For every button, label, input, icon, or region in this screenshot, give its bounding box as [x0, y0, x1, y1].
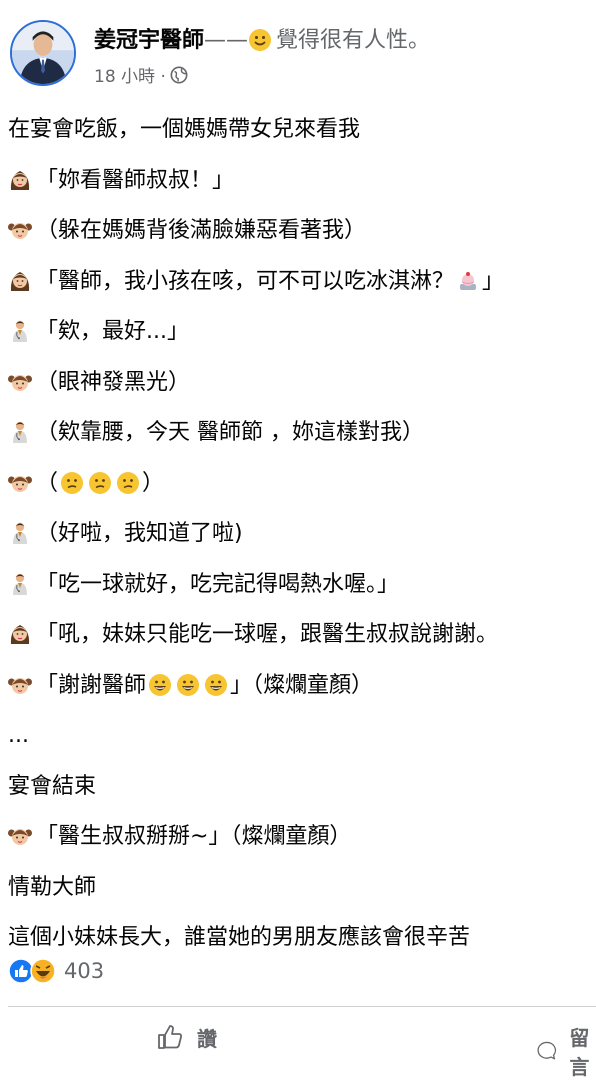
post-line: 在宴會吃飯，一個媽媽帶女兒來看我 — [8, 105, 596, 156]
globe-icon[interactable] — [170, 66, 188, 84]
comment-label: 留言 — [569, 1026, 590, 1079]
like-button[interactable]: 讚 — [155, 1022, 217, 1052]
post-meta: 18 小時 · — [94, 62, 188, 87]
girl-emoji-icon — [8, 824, 32, 848]
post-body: 在宴會吃飯，一個媽媽帶女兒來看我「妳看醫師叔叔！」 （躲在媽媽背後滿臉嫌惡看著我）… — [8, 105, 596, 964]
thumbs-up-icon — [158, 1025, 182, 1049]
post-line-text: 「吃一球就好，吃完記得喝熱水喔。」 — [36, 571, 400, 597]
post-line: ... — [8, 711, 596, 762]
author-line: 姜冠宇醫師—— 覺得很有人性。 — [94, 22, 430, 54]
post-line-text: 「吼，妹妹只能吃一球喔，跟醫生叔叔說謝謝。 — [36, 622, 499, 647]
like-label: 讚 — [197, 1026, 217, 1051]
post-line: 宴會結束 — [8, 762, 596, 813]
post-line: 「醫生叔叔掰掰~」（燦爛童顏） — [8, 812, 596, 863]
doctor-emoji-icon — [8, 521, 32, 545]
comment-button[interactable]: 留言 — [536, 1022, 596, 1080]
post-line: 「謝謝醫師 」（燦爛童顏） — [8, 661, 596, 712]
girl-emoji-icon — [8, 673, 32, 697]
mom-emoji-icon — [8, 168, 32, 192]
feeling-dash: —— — [204, 28, 249, 53]
post-line: 「醫師，我小孩在咳，可不可以吃冰淇淋？ 」 — [8, 257, 596, 308]
confused-face-icon — [88, 471, 112, 495]
post-line-text: （欸靠腰，今天 醫師節 ，妳這樣對我） — [36, 420, 424, 445]
grin-face-icon — [176, 673, 200, 697]
post-line: （欸靠腰，今天 醫師節 ，妳這樣對我） — [8, 408, 596, 459]
post-line-text: 情勒大師 — [8, 874, 97, 900]
avatar[interactable] — [10, 20, 76, 86]
doctor-emoji-icon — [8, 319, 32, 343]
girl-emoji-icon — [8, 218, 32, 242]
comment-icon — [537, 1041, 557, 1060]
post-line-tail: 」（燦爛童顏） — [230, 672, 374, 698]
post-line: （眼神發黑光） — [8, 358, 596, 409]
post-line-tail: 」 — [482, 268, 505, 294]
post-line-text: （躲在媽媽背後滿臉嫌惡看著我） — [36, 218, 367, 243]
smile-emoji-icon — [249, 29, 272, 51]
action-bar: 讚 留言 — [0, 1012, 596, 1079]
grin-face-icon — [204, 673, 228, 697]
post-line: 「吃一球就好，吃完記得喝熱水喔。」 — [8, 560, 596, 611]
post-line-tail: ） — [142, 470, 165, 496]
post-line: 「吼，妹妹只能吃一球喔，跟醫生叔叔說謝謝。 — [8, 610, 596, 661]
girl-emoji-icon — [8, 471, 32, 495]
post-line-text: 宴會結束 — [8, 773, 97, 799]
post-line-text: 在宴會吃飯，一個媽媽帶女兒來看我 — [8, 117, 361, 142]
post-line: 「欸，最好...」 — [8, 307, 596, 358]
post-line-text: 這個小妹妹長大，誰當她的男朋友應該會很辛苦 — [8, 925, 471, 950]
grin-face-icon — [148, 673, 172, 697]
confused-face-icon — [60, 471, 84, 495]
confused-face-icon — [116, 471, 140, 495]
doctor-emoji-icon — [8, 572, 32, 596]
post-time[interactable]: 18 小時 · — [94, 62, 166, 87]
post-line: （躲在媽媽背後滿臉嫌惡看著我） — [8, 206, 596, 257]
post-line-text: （ — [36, 470, 59, 496]
reaction-count[interactable]: 403 — [64, 959, 104, 983]
post-line-text: 「謝謝醫師 — [36, 672, 147, 698]
post-line-text: （眼神發黑光） — [36, 369, 191, 395]
post-line: 「妳看醫師叔叔！」 — [8, 156, 596, 207]
post-line: （） — [8, 459, 596, 510]
post-line-text: 「醫生叔叔掰掰~」（燦爛童顏） — [36, 824, 352, 849]
reactions-summary[interactable]: 403 — [8, 951, 104, 991]
post-line-text: ... — [8, 723, 29, 748]
ice-cream-emoji-icon — [456, 269, 480, 293]
post-line-text: 「醫師，我小孩在咳，可不可以吃冰淇淋？ — [36, 268, 455, 294]
mom-emoji-icon — [8, 269, 32, 293]
post-line-text: 「欸，最好...」 — [36, 319, 189, 344]
post-header: 姜冠宇醫師—— 覺得很有人性。 18 小時 · — [8, 18, 596, 92]
post-line-text: 「妳看醫師叔叔！」 — [36, 167, 235, 193]
author-name[interactable]: 姜冠宇醫師 — [94, 28, 204, 53]
doctor-emoji-icon — [8, 420, 32, 444]
post-line-text: （好啦，我知道了啦) — [36, 521, 243, 546]
post-line: 情勒大師 — [8, 863, 596, 914]
girl-emoji-icon — [8, 370, 32, 394]
divider — [8, 1006, 596, 1007]
mom-emoji-icon — [8, 622, 32, 646]
feeling-text: 覺得很有人性。 — [276, 28, 431, 53]
haha-reaction-icon[interactable] — [30, 958, 56, 984]
post-line: （好啦，我知道了啦) — [8, 509, 596, 560]
